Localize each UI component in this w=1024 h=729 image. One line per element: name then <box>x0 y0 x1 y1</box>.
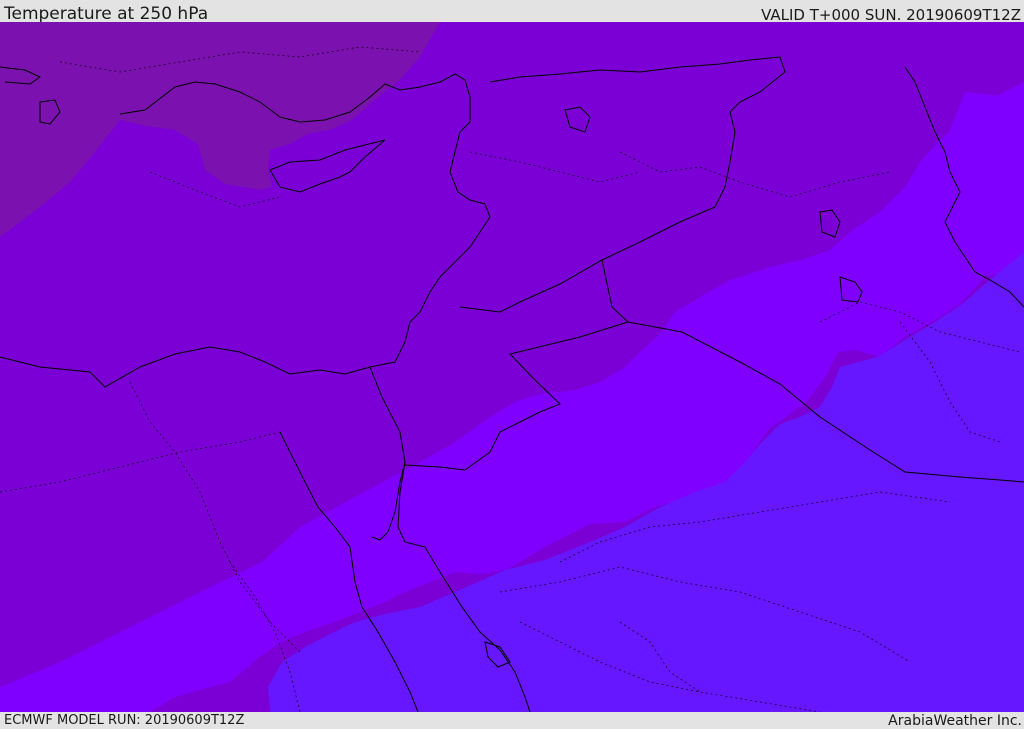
credit-text: ArabiaWeather Inc. <box>888 713 1022 729</box>
footer-bar: ECMWF MODEL RUN: 20190609T12Z ArabiaWeat… <box>0 712 1024 729</box>
model-run: ECMWF MODEL RUN: 20190609T12Z <box>4 713 245 728</box>
map-title: Temperature at 250 hPa <box>4 4 209 24</box>
map-canvas <box>0 22 1024 712</box>
header-bar: Temperature at 250 hPa VALID T+000 SUN. … <box>0 0 1024 24</box>
weather-map[interactable] <box>0 22 1024 712</box>
